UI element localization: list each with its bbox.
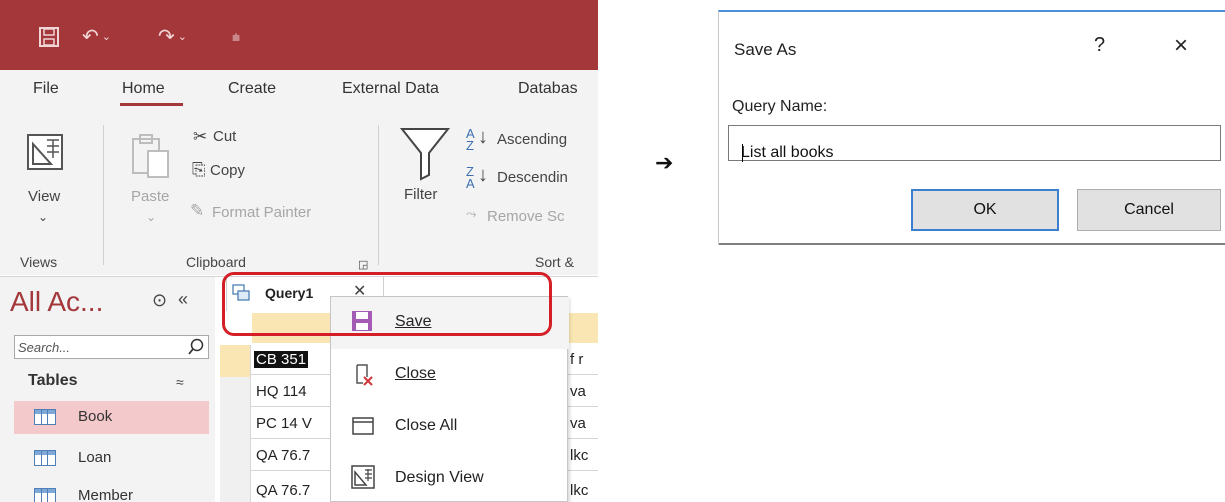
- tab-create[interactable]: Create: [228, 80, 276, 98]
- cut-icon[interactable]: ✂: [193, 127, 207, 147]
- clipboard-launcher-icon[interactable]: ◲: [358, 258, 368, 271]
- format-painter-icon[interactable]: ✎: [190, 201, 204, 221]
- paste-icon[interactable]: [130, 133, 172, 184]
- nav-item-loan[interactable]: Loan: [14, 442, 209, 475]
- table-icon: [34, 488, 56, 502]
- row-selector-column[interactable]: [220, 377, 250, 502]
- close-all-icon: [352, 417, 374, 435]
- sort-ascending-icon[interactable]: AZ: [466, 127, 475, 152]
- tab-home-underline: [120, 103, 183, 106]
- cell-title[interactable]: f r: [570, 351, 583, 368]
- view-label[interactable]: View: [28, 188, 60, 205]
- tab-database-tools[interactable]: Databas: [518, 80, 578, 98]
- sort-descending-icon[interactable]: ZA: [466, 165, 475, 190]
- query-name-value: List all books: [741, 144, 834, 161]
- paste-label[interactable]: Paste: [131, 188, 169, 205]
- cell-call-number[interactable]: HQ 114: [256, 383, 307, 400]
- cell-call-number[interactable]: PC 14 V: [256, 415, 312, 432]
- nav-item-label: Book: [78, 408, 113, 425]
- sort-arrow-down-icon: ↓: [478, 126, 488, 148]
- views-group-label: Views: [20, 254, 58, 270]
- table-icon: [34, 409, 56, 425]
- ribbon-tabs: [0, 70, 598, 110]
- search-placeholder: Search...: [18, 340, 71, 355]
- menu-item-label: Close: [395, 365, 436, 382]
- nav-search-input[interactable]: Search...: [14, 335, 209, 359]
- ascending-label[interactable]: Ascending: [497, 131, 567, 148]
- cell-title[interactable]: lkc: [570, 447, 588, 464]
- access-window: ↶ ⌄ ↷ ⌄ ⩧ File Home Create External Data D…: [0, 0, 598, 502]
- format-painter-label[interactable]: Format Painter: [212, 204, 311, 221]
- group-collapse-icon[interactable]: ≈: [176, 374, 184, 390]
- cancel-button[interactable]: Cancel: [1077, 189, 1221, 231]
- grid-line: [250, 345, 251, 502]
- cell-call-number[interactable]: QA 76.7: [256, 482, 310, 499]
- remove-sort-icon[interactable]: ⤳: [466, 206, 476, 222]
- nav-menu-dropdown-icon[interactable]: ⊙: [152, 290, 167, 311]
- paste-dropdown-icon[interactable]: ⌄: [146, 210, 156, 224]
- text-caret: [742, 144, 743, 162]
- design-view-icon: [351, 465, 375, 489]
- tab-external-data[interactable]: External Data: [342, 80, 439, 98]
- tab-home[interactable]: Home: [122, 80, 165, 98]
- nav-item-book[interactable]: Book: [14, 401, 209, 434]
- view-dropdown-icon[interactable]: ⌄: [38, 210, 48, 224]
- copy-icon[interactable]: ⎘: [192, 160, 206, 180]
- query-name-label: Query Name:: [732, 98, 828, 115]
- sort-arrow-down-icon: ↓: [478, 164, 488, 186]
- customize-qat-icon[interactable]: ⩧: [232, 22, 240, 52]
- cell-call-number[interactable]: QA 76.7: [256, 447, 310, 464]
- dialog-title: Save As: [734, 40, 797, 59]
- ribbon-separator: [378, 125, 379, 265]
- save-as-dialog: Save As ? × Query Name: List all books O…: [718, 10, 1225, 245]
- filter-label[interactable]: Filter: [404, 186, 437, 203]
- nav-group-tables[interactable]: Tables: [28, 372, 78, 390]
- search-icon[interactable]: [187, 338, 205, 356]
- sort-filter-group-label: Sort &: [535, 254, 574, 270]
- redo-icon[interactable]: ↷ ⌄: [158, 22, 187, 52]
- view-icon[interactable]: [25, 132, 65, 177]
- row-selector[interactable]: [220, 345, 250, 377]
- nav-item-label: Member: [78, 487, 134, 502]
- nav-collapse-icon[interactable]: «: [178, 289, 188, 310]
- nav-pane-title[interactable]: All Ac...: [10, 286, 103, 318]
- nav-item-member[interactable]: Member: [14, 480, 209, 502]
- menu-item-design-view[interactable]: Design View: [331, 453, 569, 502]
- tab-file[interactable]: File: [33, 80, 59, 98]
- save-qat-icon[interactable]: [38, 22, 60, 52]
- menu-item-close[interactable]: Close: [331, 349, 569, 401]
- menu-item-label: Close All: [395, 417, 458, 434]
- descending-label[interactable]: Descendin: [497, 169, 568, 186]
- cell-title[interactable]: va: [570, 415, 586, 432]
- red-highlight-annotation: [222, 272, 552, 336]
- help-button[interactable]: ?: [1094, 34, 1105, 57]
- ok-button[interactable]: OK: [911, 189, 1059, 231]
- close-button[interactable]: ×: [1174, 32, 1188, 60]
- cut-label[interactable]: Cut: [213, 128, 236, 145]
- remove-sort-label[interactable]: Remove Sc: [487, 208, 565, 225]
- dialog-bottom-border: [719, 243, 1225, 245]
- copy-label[interactable]: Copy: [210, 162, 245, 179]
- ribbon-separator: [103, 125, 104, 265]
- arrow-right-icon: ➔: [655, 150, 674, 175]
- query-name-input[interactable]: List all books: [728, 125, 1221, 162]
- filter-icon[interactable]: [399, 125, 451, 188]
- cell-call-number[interactable]: CB 351: [254, 351, 309, 368]
- menu-item-label: Design View: [395, 469, 484, 486]
- close-doc-icon: [356, 364, 373, 386]
- undo-icon[interactable]: ↶ ⌄: [82, 22, 111, 52]
- cell-title[interactable]: va: [570, 383, 586, 400]
- table-icon: [34, 450, 56, 466]
- nav-item-label: Loan: [78, 449, 112, 466]
- cell-title[interactable]: lkc: [570, 482, 588, 499]
- menu-item-close-all[interactable]: Close All: [331, 401, 569, 453]
- clipboard-group-label: Clipboard: [186, 254, 246, 270]
